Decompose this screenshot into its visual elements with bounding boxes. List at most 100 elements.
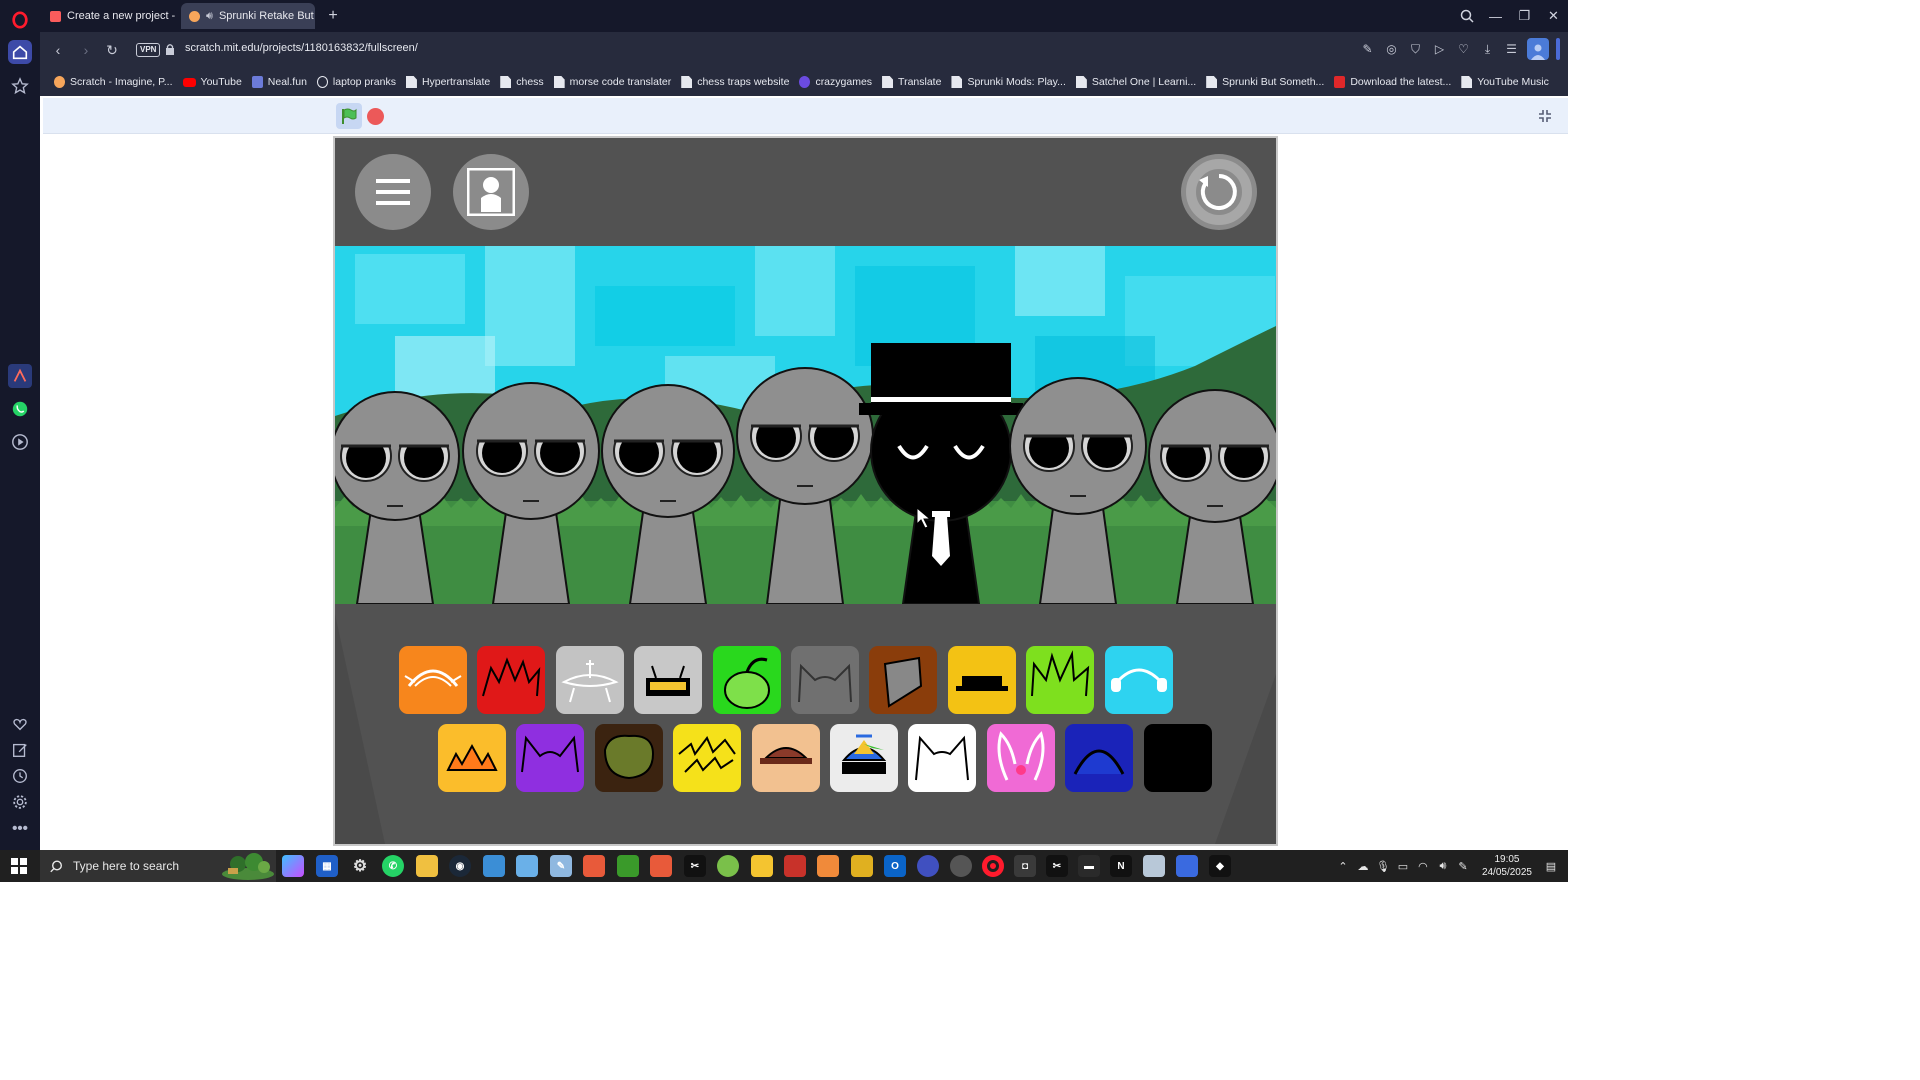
heart-outline-icon[interactable]: ♡ [1455, 38, 1472, 60]
minimize-icon[interactable]: — [1481, 0, 1510, 32]
play-icon[interactable]: ▷ [1431, 38, 1448, 60]
orange-sun-sound-icon[interactable] [438, 724, 506, 792]
app-icon-1[interactable] [483, 855, 505, 877]
volume-icon[interactable]: 🔊︎ [1436, 859, 1450, 873]
sprunki-character[interactable] [736, 367, 874, 604]
cloud-icon[interactable]: ☁ [1356, 859, 1370, 873]
camera-icon[interactable]: ◎ [1383, 38, 1400, 60]
bookmark-item[interactable]: Sprunki Mods: Play... [951, 76, 1066, 88]
steam-icon[interactable]: ◉ [449, 855, 471, 877]
restore-icon[interactable]: ❐ [1510, 0, 1539, 32]
yellow-hat-sound-icon[interactable] [947, 646, 1016, 714]
forward-icon[interactable]: › [76, 40, 96, 60]
itch-taskbar-icon[interactable] [583, 855, 605, 877]
dark-brown-bush-sound-icon[interactable] [594, 724, 663, 792]
lock-icon[interactable] [165, 43, 175, 55]
aria-icon[interactable] [8, 364, 32, 388]
blue-dome-sound-icon[interactable] [1065, 724, 1134, 792]
edit-icon[interactable]: ✎ [1359, 38, 1376, 60]
speaker-icon[interactable]: 🔊︎ [206, 10, 213, 23]
file-explorer-icon[interactable] [416, 855, 438, 877]
green-pumpkin-sound-icon[interactable] [712, 646, 781, 714]
app-icon-3[interactable] [650, 855, 672, 877]
cyan-headphones-sound-icon[interactable] [1104, 646, 1173, 714]
tan-cap-sound-icon[interactable] [751, 724, 820, 792]
lime-spiky-sound-icon[interactable] [1026, 646, 1095, 714]
minecraft-icon[interactable] [617, 855, 639, 877]
bookmark-item[interactable]: morse code translater [553, 76, 671, 88]
taskbar-search-box[interactable]: Type here to search [40, 850, 276, 882]
unfullscreen-icon[interactable] [1532, 103, 1558, 129]
tab-search-icon[interactable] [1452, 0, 1481, 32]
menu-icon[interactable] [355, 154, 431, 230]
tab-itch[interactable]: Create a new project - itch [42, 3, 176, 29]
bookmark-item[interactable]: laptop pranks [316, 76, 396, 88]
app-icon-10[interactable] [1176, 855, 1198, 877]
personal-news-icon[interactable] [8, 738, 32, 762]
game-stage[interactable] [333, 136, 1278, 846]
sprunki-character[interactable] [335, 391, 460, 604]
propeller-hat-sound-icon[interactable] [830, 724, 898, 792]
character-portrait-icon[interactable] [453, 154, 529, 230]
home-icon[interactable] [8, 40, 32, 64]
player-icon[interactable] [8, 430, 32, 454]
reset-icon[interactable] [1181, 154, 1257, 230]
sprunki-character[interactable] [601, 384, 735, 604]
wifi-icon[interactable]: ◠ [1416, 859, 1430, 873]
store-icon[interactable]: ▦ [316, 855, 338, 877]
microphone-icon[interactable]: 🎙︎ [1376, 859, 1390, 873]
sprunki-character[interactable] [462, 382, 600, 604]
gray-dish-sound-icon[interactable] [555, 646, 624, 714]
bookmark-item[interactable]: Scratch - Imagine, P... [54, 76, 173, 88]
orange-crab-sound-icon[interactable] [399, 646, 467, 714]
chevron-up-icon[interactable]: ⌃ [1336, 859, 1350, 873]
bookmark-item[interactable]: chess [500, 76, 544, 88]
heart-icon[interactable] [8, 712, 32, 736]
app-icon-2[interactable] [516, 855, 538, 877]
profile-avatar[interactable] [1527, 38, 1549, 60]
bookmark-item[interactable]: Neal.fun [251, 76, 307, 88]
new-tab-button[interactable]: + [323, 6, 343, 26]
sidebar-handle[interactable] [1556, 38, 1560, 60]
bookmark-item[interactable]: Translate [882, 76, 941, 88]
terminal-icon[interactable]: ▬ [1078, 855, 1100, 877]
tab-sprunki[interactable]: 🔊︎ Sprunki Retake But be [181, 3, 315, 29]
app-icon-8[interactable] [851, 855, 873, 877]
app-icon-9[interactable] [1143, 855, 1165, 877]
roblox-icon[interactable]: ◆ [1209, 855, 1231, 877]
back-icon[interactable]: ‹ [48, 40, 68, 60]
settings-icon[interactable]: ⚙ [349, 855, 371, 877]
settings-gear-icon[interactable] [8, 790, 32, 814]
bookmark-item[interactable]: Satchel One | Learni... [1075, 76, 1196, 88]
pink-bunny-sound-icon[interactable] [986, 724, 1055, 792]
red-spiky-sound-icon[interactable] [477, 646, 546, 714]
app-icon-6[interactable] [784, 855, 806, 877]
bookmark-item[interactable]: Sprunki But Someth... [1206, 76, 1324, 88]
notifications-icon[interactable]: ▤ [1544, 859, 1558, 873]
opera-logo-icon[interactable] [8, 8, 32, 32]
brown-bucket-sound-icon[interactable] [869, 646, 938, 714]
gray-cat-ears-sound-icon[interactable] [791, 646, 859, 714]
green-flag-icon[interactable] [336, 103, 362, 129]
bookmark-item[interactable]: YouTube [182, 76, 242, 88]
black-tophat-sound-icon[interactable] [1143, 724, 1212, 792]
notion-icon[interactable]: N [1110, 855, 1132, 877]
bookmark-item[interactable]: Hypertranslate [405, 76, 490, 88]
gray-robot-sound-icon[interactable] [634, 646, 703, 714]
whatsapp-taskbar-icon[interactable]: ✆ [382, 855, 404, 877]
purple-horns-sound-icon[interactable] [516, 724, 585, 792]
download-icon[interactable]: ⤓ [1479, 38, 1496, 60]
app-icon-5[interactable] [751, 855, 773, 877]
camera-app-icon[interactable]: ◘ [1014, 855, 1036, 877]
stop-icon[interactable] [367, 108, 384, 125]
shield-icon[interactable]: ⛉ [1407, 38, 1424, 60]
opera-taskbar-icon[interactable] [982, 855, 1004, 877]
white-cat-sound-icon[interactable] [908, 724, 977, 792]
easy-setup-icon[interactable]: ☰ [1503, 38, 1520, 60]
app-icon-4[interactable] [717, 855, 739, 877]
speed-dial-star-icon[interactable] [8, 74, 32, 98]
close-icon[interactable]: ✕ [1539, 0, 1568, 32]
vpn-badge[interactable]: VPN [136, 43, 161, 57]
paint-icon[interactable]: ✎ [550, 855, 572, 877]
obs-icon[interactable] [950, 855, 972, 877]
